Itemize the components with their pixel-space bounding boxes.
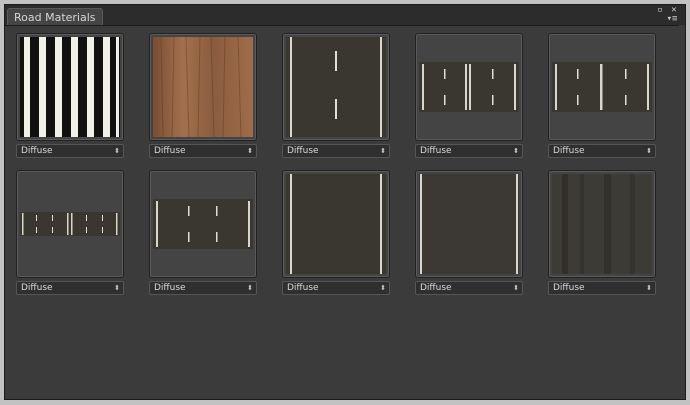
material-preview[interactable] bbox=[548, 170, 656, 278]
dropdown-arrow-icon: ⬍ bbox=[380, 284, 386, 292]
road-preview-icon bbox=[286, 174, 386, 274]
dropdown-arrow-icon: ⬍ bbox=[114, 147, 120, 155]
shader-dropdown[interactable]: Diffuse ⬍ bbox=[548, 144, 656, 158]
material-item: Diffuse ⬍ bbox=[149, 170, 257, 296]
shader-label: Diffuse bbox=[154, 283, 186, 293]
shader-label: Diffuse bbox=[154, 146, 186, 156]
shader-label: Diffuse bbox=[287, 146, 319, 156]
dropdown-arrow-icon: ⬍ bbox=[646, 284, 652, 292]
window-menu-icon[interactable]: ▾≡ bbox=[665, 15, 679, 24]
material-item: Diffuse ⬍ bbox=[282, 33, 390, 159]
vertical-scrollbar[interactable] bbox=[679, 25, 685, 399]
shader-dropdown[interactable]: Diffuse ⬍ bbox=[548, 281, 656, 295]
material-item: Diffuse ⬍ bbox=[415, 170, 523, 296]
dropdown-arrow-icon: ⬍ bbox=[513, 284, 519, 292]
material-item: Diffuse ⬍ bbox=[149, 33, 257, 159]
dropdown-arrow-icon: ⬍ bbox=[247, 284, 253, 292]
materials-grid: Diffuse ⬍ Diffuse ⬍ Diffuse ⬍ Diffuse ⬍ … bbox=[5, 25, 685, 399]
maximize-icon[interactable]: ▫ bbox=[655, 6, 665, 15]
road-preview-icon bbox=[153, 199, 253, 249]
dropdown-arrow-icon: ⬍ bbox=[513, 147, 519, 155]
material-preview[interactable] bbox=[415, 33, 523, 141]
shader-dropdown[interactable]: Diffuse ⬍ bbox=[16, 281, 124, 295]
shader-dropdown[interactable]: Diffuse ⬍ bbox=[415, 144, 523, 158]
material-preview[interactable] bbox=[282, 170, 390, 278]
shader-label: Diffuse bbox=[420, 146, 452, 156]
dropdown-arrow-icon: ⬍ bbox=[247, 147, 253, 155]
shader-label: Diffuse bbox=[420, 283, 452, 293]
shader-label: Diffuse bbox=[21, 283, 53, 293]
window-titlebar: Road Materials ▫ ✕ ▾≡ bbox=[5, 5, 685, 26]
dropdown-arrow-icon: ⬍ bbox=[380, 147, 386, 155]
shader-label: Diffuse bbox=[553, 283, 585, 293]
road-preview-icon bbox=[552, 62, 652, 112]
road-preview-icon bbox=[286, 37, 386, 137]
shader-dropdown[interactable]: Diffuse ⬍ bbox=[149, 144, 257, 158]
shader-label: Diffuse bbox=[287, 283, 319, 293]
stripes-preview-icon bbox=[20, 37, 120, 137]
material-preview[interactable] bbox=[548, 33, 656, 141]
road-materials-window: Road Materials ▫ ✕ ▾≡ Diffuse ⬍ Diffuse … bbox=[4, 4, 686, 400]
road-preview-icon bbox=[20, 212, 120, 236]
close-icon[interactable]: ✕ bbox=[669, 6, 679, 15]
material-item: Diffuse ⬍ bbox=[548, 33, 656, 159]
material-item: Diffuse ⬍ bbox=[282, 170, 390, 296]
dropdown-arrow-icon: ⬍ bbox=[646, 147, 652, 155]
road-preview-icon bbox=[419, 174, 519, 274]
material-item: Diffuse ⬍ bbox=[16, 170, 124, 296]
shader-label: Diffuse bbox=[21, 146, 53, 156]
dropdown-arrow-icon: ⬍ bbox=[114, 284, 120, 292]
asphalt-preview-icon bbox=[552, 174, 652, 274]
material-preview[interactable] bbox=[149, 33, 257, 141]
wood-preview-icon bbox=[153, 37, 253, 137]
shader-label: Diffuse bbox=[553, 146, 585, 156]
shader-dropdown[interactable]: Diffuse ⬍ bbox=[282, 144, 390, 158]
material-preview[interactable] bbox=[16, 33, 124, 141]
material-item: Diffuse ⬍ bbox=[16, 33, 124, 159]
road-preview-icon bbox=[419, 62, 519, 112]
material-item: Diffuse ⬍ bbox=[415, 33, 523, 159]
shader-dropdown[interactable]: Diffuse ⬍ bbox=[149, 281, 257, 295]
shader-dropdown[interactable]: Diffuse ⬍ bbox=[16, 144, 124, 158]
material-preview[interactable] bbox=[415, 170, 523, 278]
material-preview[interactable] bbox=[149, 170, 257, 278]
shader-dropdown[interactable]: Diffuse ⬍ bbox=[282, 281, 390, 295]
material-preview[interactable] bbox=[282, 33, 390, 141]
tab-road-materials[interactable]: Road Materials bbox=[7, 8, 103, 25]
material-preview[interactable] bbox=[16, 170, 124, 278]
material-item: Diffuse ⬍ bbox=[548, 170, 656, 296]
shader-dropdown[interactable]: Diffuse ⬍ bbox=[415, 281, 523, 295]
